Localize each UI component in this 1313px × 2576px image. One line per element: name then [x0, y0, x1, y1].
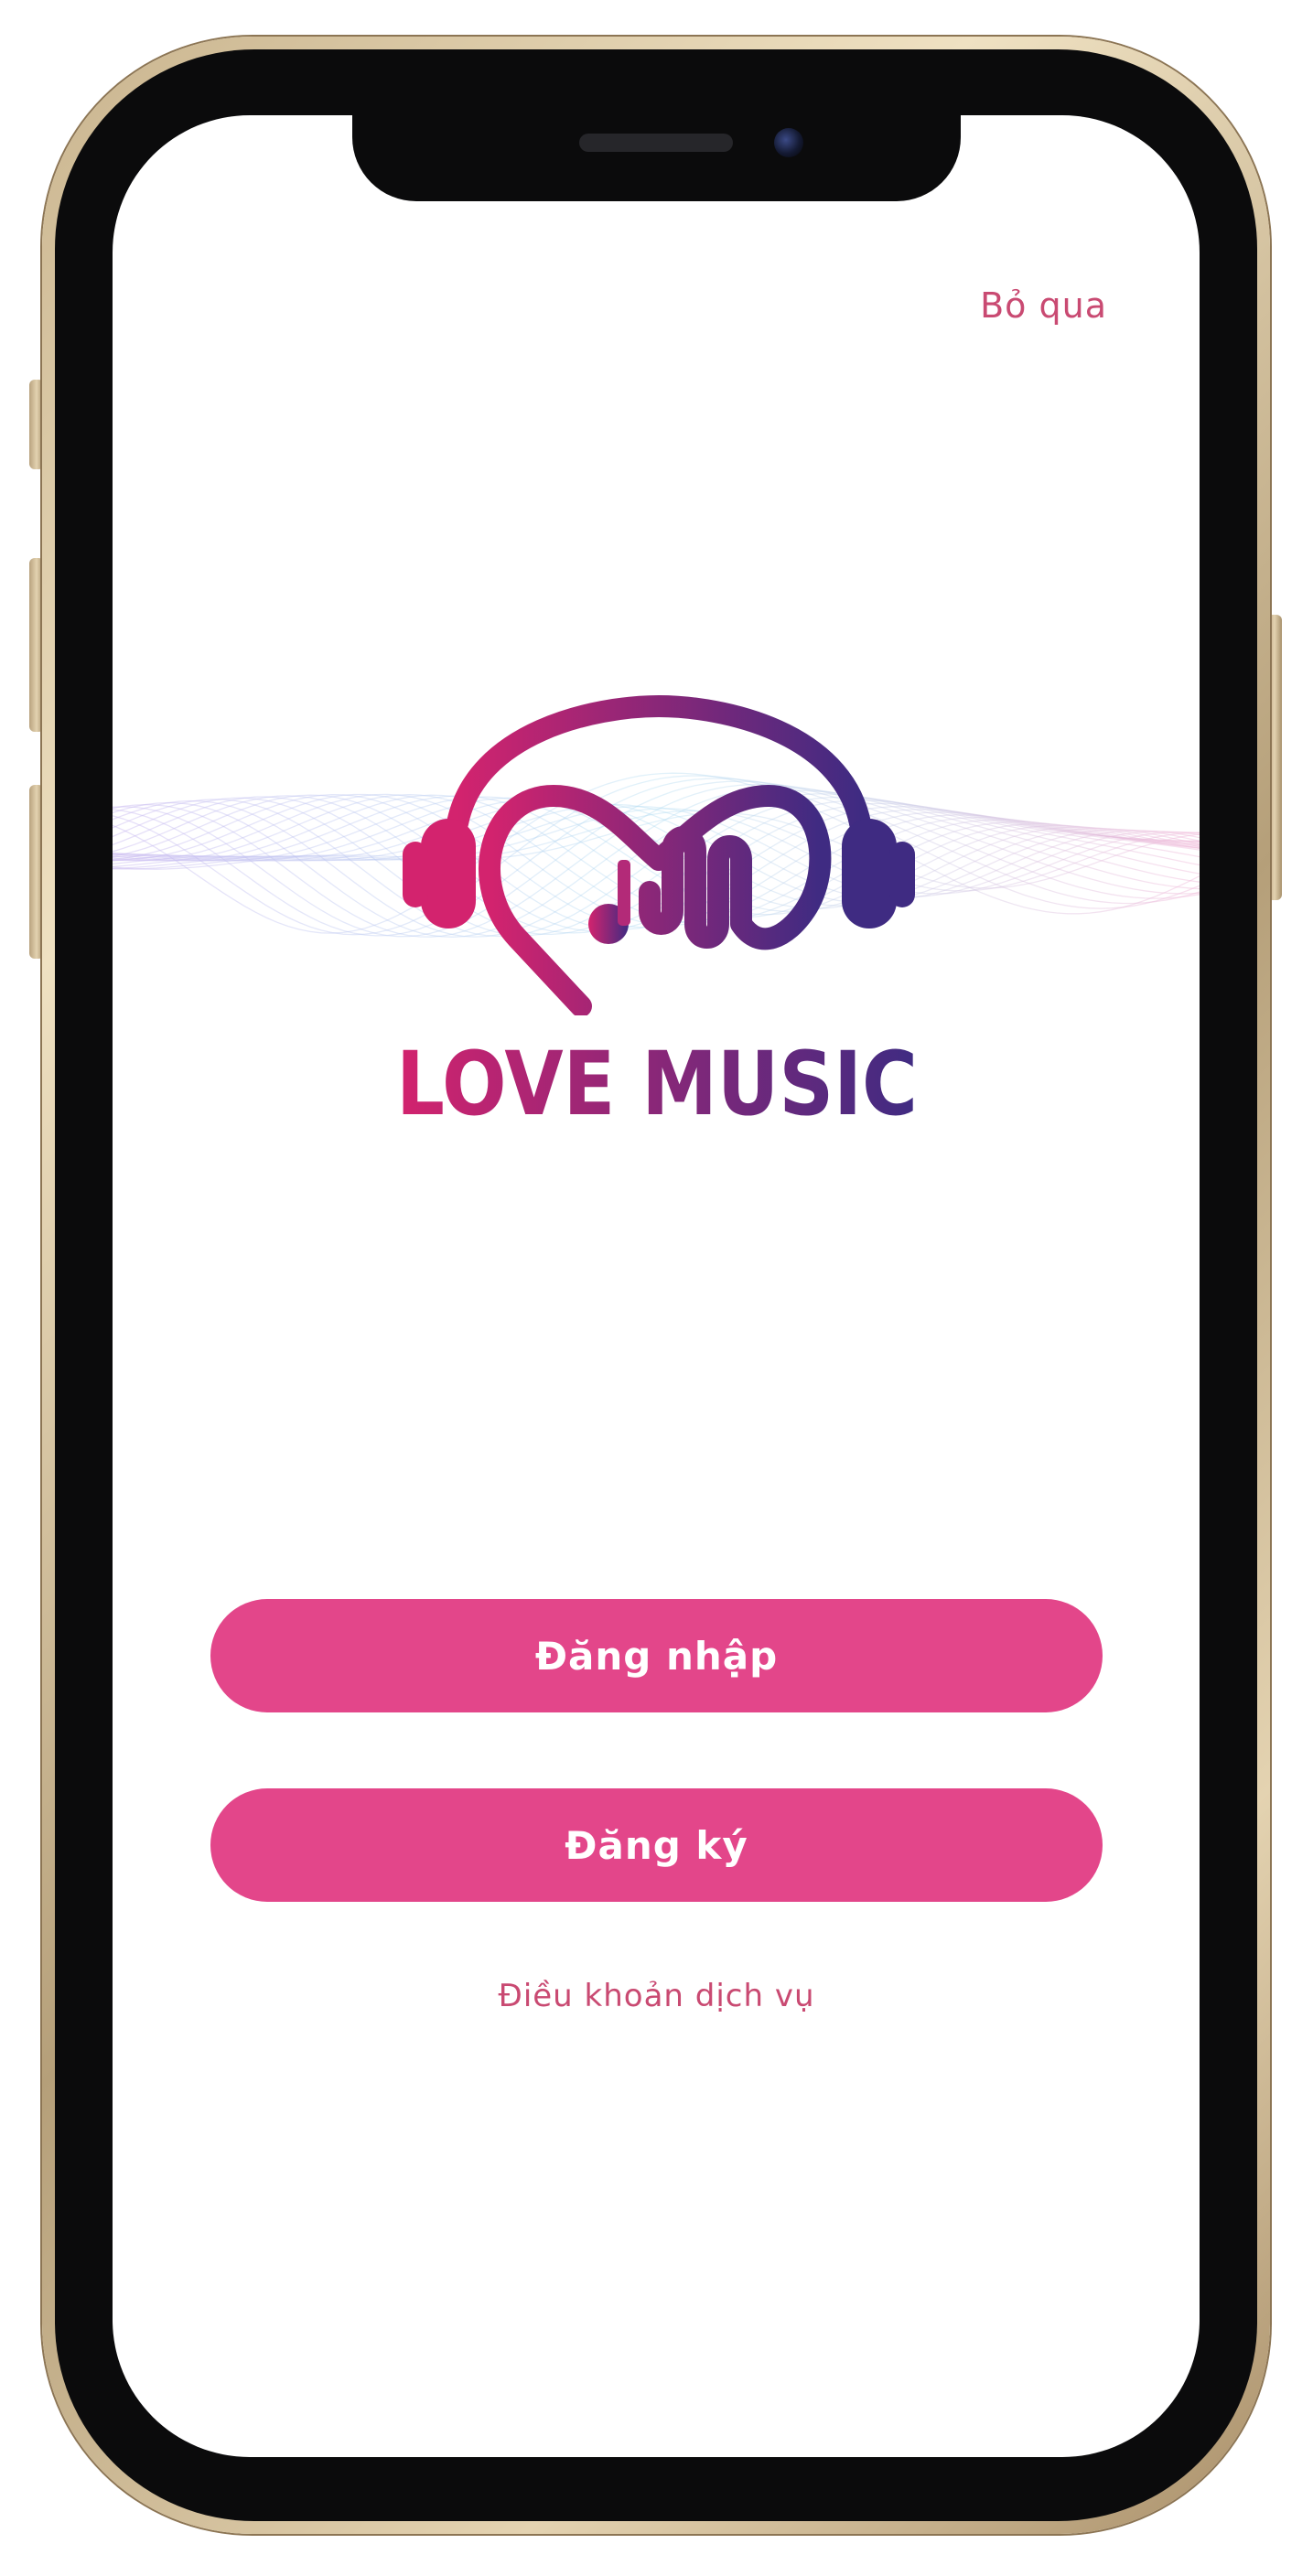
app-screen: [113, 115, 1200, 2457]
skip-link[interactable]: Bỏ qua: [924, 285, 1107, 326]
earpiece-speaker: [579, 134, 733, 152]
brand-name: LOVE MUSIC: [396, 1034, 918, 1135]
front-camera: [774, 128, 803, 157]
signup-button[interactable]: Đăng ký: [210, 1788, 1103, 1902]
headphones-heart-icon: [403, 695, 915, 1015]
phone-mockup: Bỏ qua LOVE MUSIC Đăng nhập Đăng ký Điều…: [0, 0, 1313, 2576]
login-button[interactable]: Đăng nhập: [210, 1599, 1103, 1712]
terms-of-service-link[interactable]: Điều khoản dịch vụ: [274, 1978, 1039, 2014]
brand-wordmark: LOVE MUSIC: [396, 1034, 918, 1135]
